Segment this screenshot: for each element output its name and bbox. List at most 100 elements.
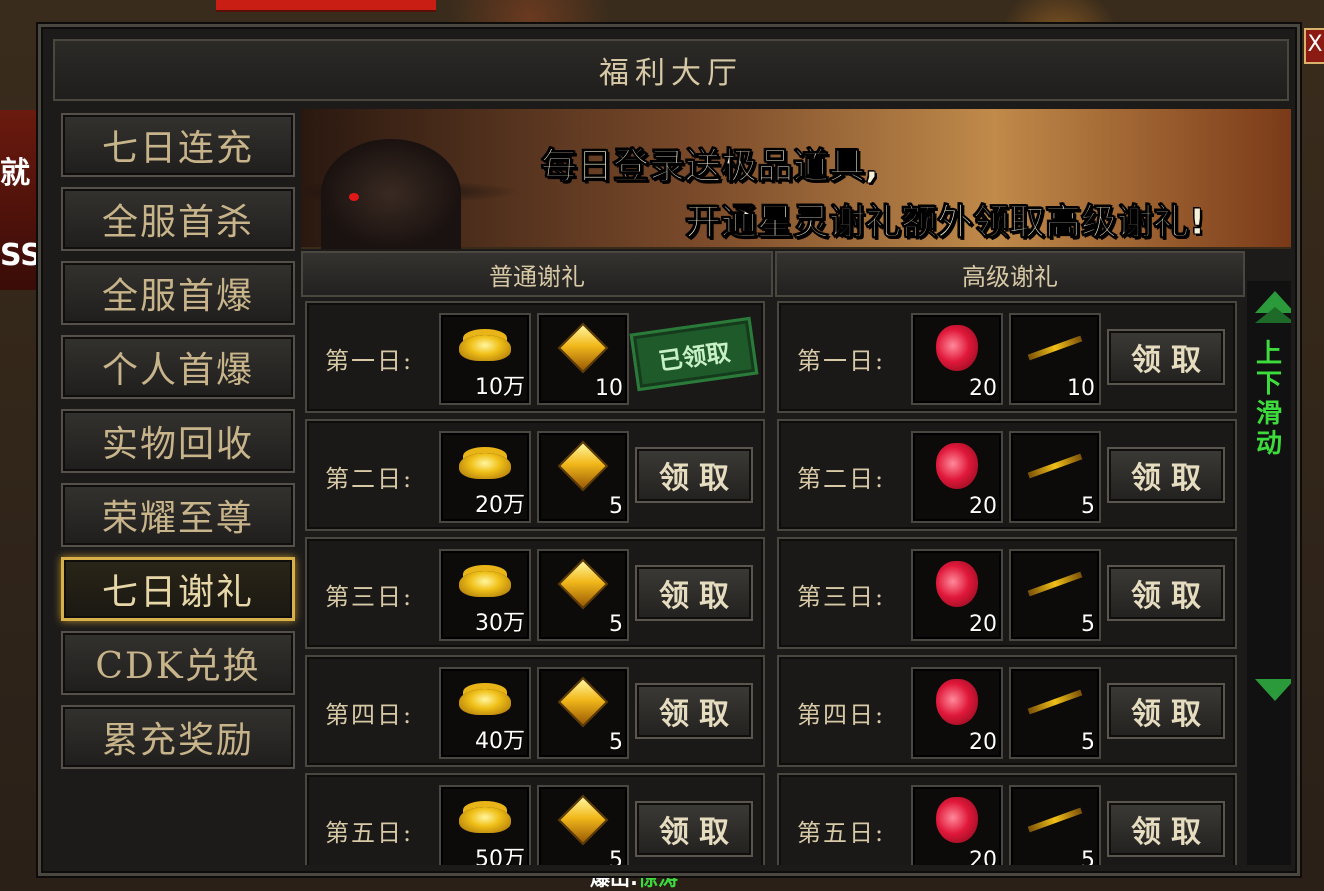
claim-advanced-button[interactable]: 领取	[1107, 683, 1225, 739]
golden-sword-icon	[1028, 454, 1083, 479]
claim-advanced-button[interactable]: 领取	[1107, 329, 1225, 385]
claim-normal-button[interactable]: 领取	[635, 447, 753, 503]
item-count: 20	[969, 730, 997, 755]
item-count: 5	[609, 730, 623, 755]
day-label: 第一日:	[325, 341, 413, 376]
gold-crystal-icon	[558, 323, 609, 374]
promo-banner: 每日登录送极品道具, 开通星灵谢礼额外领取高级谢礼!	[301, 109, 1291, 249]
reward-row: 第二日:20万5领取第二日:205领取	[301, 419, 1245, 531]
item-slot[interactable]: 5	[537, 785, 629, 865]
item-slot[interactable]: 10	[1009, 313, 1101, 405]
left-banner-text-2: SS	[0, 238, 40, 273]
sidebar-item-5[interactable]: 荣耀至尊	[61, 483, 295, 547]
reward-row: 第四日:40万5领取第四日:205领取	[301, 655, 1245, 767]
banner-line-1: 每日登录送极品道具,	[541, 137, 879, 189]
sidebar: 七日连充全服首杀全服首爆个人首爆实物回收荣耀至尊七日谢礼 CDK兑换累充奖励	[61, 113, 297, 779]
item-slot[interactable]: 5	[1009, 667, 1101, 759]
claim-advanced-button[interactable]: 领取	[1107, 801, 1225, 857]
claim-normal-button[interactable]: 领取	[635, 565, 753, 621]
reward-row: 第五日: 50万 5 领取第五日: 20 5 领取	[301, 773, 1245, 865]
item-count: 5	[1081, 848, 1095, 865]
lucky-bag-icon	[936, 443, 978, 489]
claim-normal-button[interactable]: 领取	[635, 801, 753, 857]
normal-reward-box: 第五日: 50万 5 领取	[305, 773, 765, 865]
item-count: 30万	[475, 605, 525, 637]
welfare-hall-panel: 福利大厅 七日连充全服首杀全服首爆个人首爆实物回收荣耀至尊七日谢礼 CDK兑换累充…	[38, 24, 1300, 876]
item-slot[interactable]: 5	[537, 431, 629, 523]
gold-ingot-icon	[459, 807, 511, 833]
banner-red-eye	[349, 193, 359, 201]
item-slot[interactable]: 5	[537, 667, 629, 759]
advanced-reward-box: 第一日: 20 10领取	[777, 301, 1237, 413]
day-label: 第四日:	[797, 695, 885, 730]
day-label: 第三日:	[325, 577, 413, 612]
sidebar-item-1[interactable]: 全服首杀	[61, 187, 295, 251]
advanced-reward-box: 第五日:205领取	[777, 773, 1237, 865]
sidebar-item-8[interactable]: 累充奖励	[61, 705, 295, 769]
sidebar-item-0[interactable]: 七日连充	[61, 113, 295, 177]
normal-reward-box: 第四日:40万5领取	[305, 655, 765, 767]
claim-advanced-button[interactable]: 领取	[1107, 565, 1225, 621]
column-header-advanced: 高级谢礼	[775, 251, 1245, 297]
golden-sword-icon	[1028, 808, 1083, 833]
item-slot[interactable]: 5	[1009, 785, 1101, 865]
gold-ingot-icon	[459, 689, 511, 715]
item-count: 20	[969, 376, 997, 401]
item-count: 10	[595, 376, 623, 401]
normal-reward-box: 第一日: 10万 10 已领取	[305, 301, 765, 413]
scroll-hint[interactable]: 上下滑动	[1247, 281, 1291, 865]
golden-sword-icon	[1028, 572, 1083, 597]
item-slot[interactable]: 40万	[439, 667, 531, 759]
claimed-stamp: 已领取	[630, 317, 759, 391]
reward-row: 第三日:30万5领取第三日:205领取	[301, 537, 1245, 649]
sidebar-item-3[interactable]: 个人首爆	[61, 335, 295, 399]
sidebar-item-2[interactable]: 全服首爆	[61, 261, 295, 325]
item-slot[interactable]: 30万	[439, 549, 531, 641]
close-button[interactable]: X	[1304, 28, 1324, 64]
banner-line-2: 开通星灵谢礼额外领取高级谢礼!	[685, 193, 1205, 245]
scroll-hint-text: 上下滑动	[1255, 339, 1283, 459]
gold-ingot-icon	[459, 335, 511, 361]
item-slot[interactable]: 5	[1009, 549, 1101, 641]
gold-crystal-icon	[558, 441, 609, 492]
item-count: 10万	[475, 369, 525, 401]
item-count: 5	[1081, 494, 1095, 519]
sidebar-item-7[interactable]: CDK兑换	[61, 631, 295, 695]
golden-sword-icon	[1028, 690, 1083, 715]
claim-normal-button[interactable]: 领取	[635, 683, 753, 739]
item-slot[interactable]: 50万	[439, 785, 531, 865]
health-bar	[216, 0, 436, 12]
item-slot[interactable]: 20	[911, 549, 1003, 641]
normal-reward-box: 第三日: 30万 5 领取	[305, 537, 765, 649]
item-count: 5	[609, 612, 623, 637]
gold-crystal-icon	[558, 795, 609, 846]
item-slot[interactable]: 20万	[439, 431, 531, 523]
golden-sword-icon	[1028, 336, 1083, 361]
sidebar-item-6[interactable]: 七日谢礼	[61, 557, 295, 621]
item-count: 5	[609, 848, 623, 865]
lucky-bag-icon	[936, 679, 978, 725]
item-slot[interactable]: 10万	[439, 313, 531, 405]
gold-ingot-icon	[459, 571, 511, 597]
day-label: 第一日:	[797, 341, 885, 376]
item-count: 50万	[475, 841, 525, 865]
day-label: 第三日:	[797, 577, 885, 612]
claim-advanced-button[interactable]: 领取	[1107, 447, 1225, 503]
item-slot[interactable]: 5	[1009, 431, 1101, 523]
left-banner-text: 就	[0, 148, 40, 192]
item-slot[interactable]: 20	[911, 313, 1003, 405]
lucky-bag-icon	[936, 561, 978, 607]
item-slot[interactable]: 20	[911, 431, 1003, 523]
day-label: 第二日:	[797, 459, 885, 494]
item-count: 5	[609, 494, 623, 519]
item-slot[interactable]: 10	[537, 313, 629, 405]
panel-title: 福利大厅	[599, 48, 743, 92]
item-slot[interactable]: 20	[911, 785, 1003, 865]
column-header-normal: 普通谢礼	[301, 251, 773, 297]
day-label: 第五日:	[325, 813, 413, 848]
item-slot[interactable]: 5	[537, 549, 629, 641]
title-bar: 福利大厅	[53, 39, 1289, 101]
item-slot[interactable]: 20	[911, 667, 1003, 759]
scroll-down-arrow-icon[interactable]	[1255, 679, 1291, 701]
sidebar-item-4[interactable]: 实物回收	[61, 409, 295, 473]
